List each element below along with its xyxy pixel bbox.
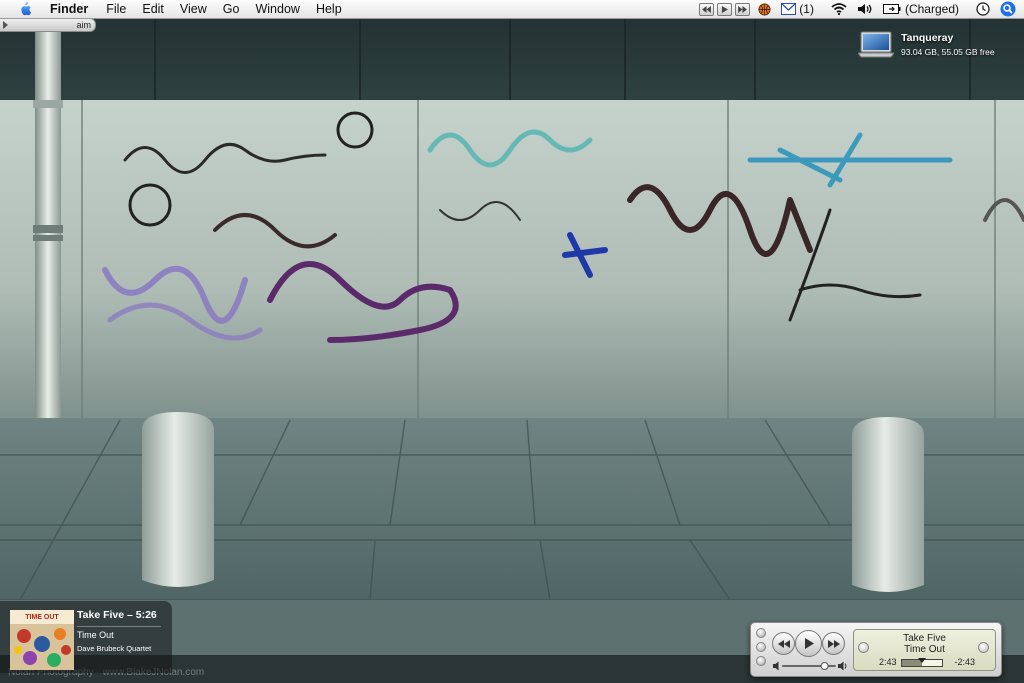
media-play-icon[interactable]: [717, 2, 733, 16]
window-minimize-button[interactable]: [756, 642, 766, 652]
media-previous-icon[interactable]: [699, 2, 715, 16]
next-track-button[interactable]: [822, 632, 845, 655]
itunes-mini-player: Take Five Time Out 2:43 -2:43: [750, 622, 1002, 677]
playhead-diamond-icon[interactable]: [918, 658, 926, 663]
basketball-icon[interactable]: [758, 2, 771, 16]
fast-forward-icon: [827, 639, 840, 648]
window-close-button[interactable]: [756, 628, 766, 638]
elapsed-time: 2:43: [879, 657, 897, 667]
battery-icon[interactable]: [882, 4, 901, 14]
now-playing-artist: Dave Brubeck Quartet: [77, 644, 152, 653]
desktop-wallpaper: [0, 18, 1024, 683]
menu-extras: (1) (Charged): [699, 0, 1024, 18]
display-track-title: Take Five: [903, 633, 946, 644]
volume-icon[interactable]: [857, 3, 873, 15]
rewind-icon: [777, 639, 790, 648]
mini-player-display: Take Five Time Out 2:43 -2:43: [853, 629, 996, 671]
previous-track-button[interactable]: [772, 632, 795, 655]
menu-help[interactable]: Help: [308, 0, 350, 18]
now-playing-widget: TIME OUT Take Five – 5:26 Time Out Dave …: [0, 601, 172, 673]
snapback-button[interactable]: [978, 642, 989, 653]
spotlight-icon[interactable]: [1000, 1, 1016, 17]
album-art: TIME OUT: [10, 610, 74, 670]
menu-file[interactable]: File: [98, 0, 134, 18]
now-playing-track: Take Five – 5:26: [77, 609, 157, 621]
mail-unread-count[interactable]: (1): [799, 2, 814, 16]
clock-icon[interactable]: [976, 2, 990, 16]
display-album: Time Out: [904, 644, 945, 655]
desktop-drive-icon[interactable]: Tanqueray 93.04 GB, 55.05 GB free: [858, 30, 1018, 60]
aim-drawer-tab[interactable]: aim: [0, 18, 96, 32]
laptop-drive-icon: [858, 31, 894, 58]
drive-name: Tanqueray: [901, 32, 954, 44]
aim-label: aim: [76, 20, 91, 30]
menu-go[interactable]: Go: [215, 0, 248, 18]
volume-slider[interactable]: [773, 660, 848, 672]
media-next-icon[interactable]: [735, 2, 751, 16]
drive-info: 93.04 GB, 55.05 GB free: [901, 47, 995, 57]
menu-window[interactable]: Window: [247, 0, 307, 18]
playback-progress-bar[interactable]: [901, 658, 943, 667]
volume-low-icon: [773, 661, 779, 671]
now-playing-album: Time Out: [77, 630, 114, 640]
window-zoom-button[interactable]: [756, 656, 766, 666]
album-art-title: TIME OUT: [25, 614, 59, 621]
remaining-time: -2:43: [954, 657, 975, 667]
volume-high-icon: [838, 661, 844, 671]
mail-icon[interactable]: [781, 3, 797, 15]
menu-app-finder[interactable]: Finder: [44, 0, 98, 18]
now-playing-divider: [77, 626, 161, 627]
play-icon: [804, 638, 814, 649]
menu-view[interactable]: View: [172, 0, 215, 18]
menu-edit[interactable]: Edit: [134, 0, 172, 18]
play-button[interactable]: [795, 630, 822, 657]
disclosure-triangle-icon: [3, 21, 8, 29]
volume-knob: [820, 662, 829, 670]
menu-bar: Finder File Edit View Go Window Help (1): [0, 0, 1024, 19]
battery-status[interactable]: (Charged): [905, 2, 959, 16]
apple-menu-icon[interactable]: [16, 2, 34, 16]
wifi-icon[interactable]: [831, 3, 847, 15]
